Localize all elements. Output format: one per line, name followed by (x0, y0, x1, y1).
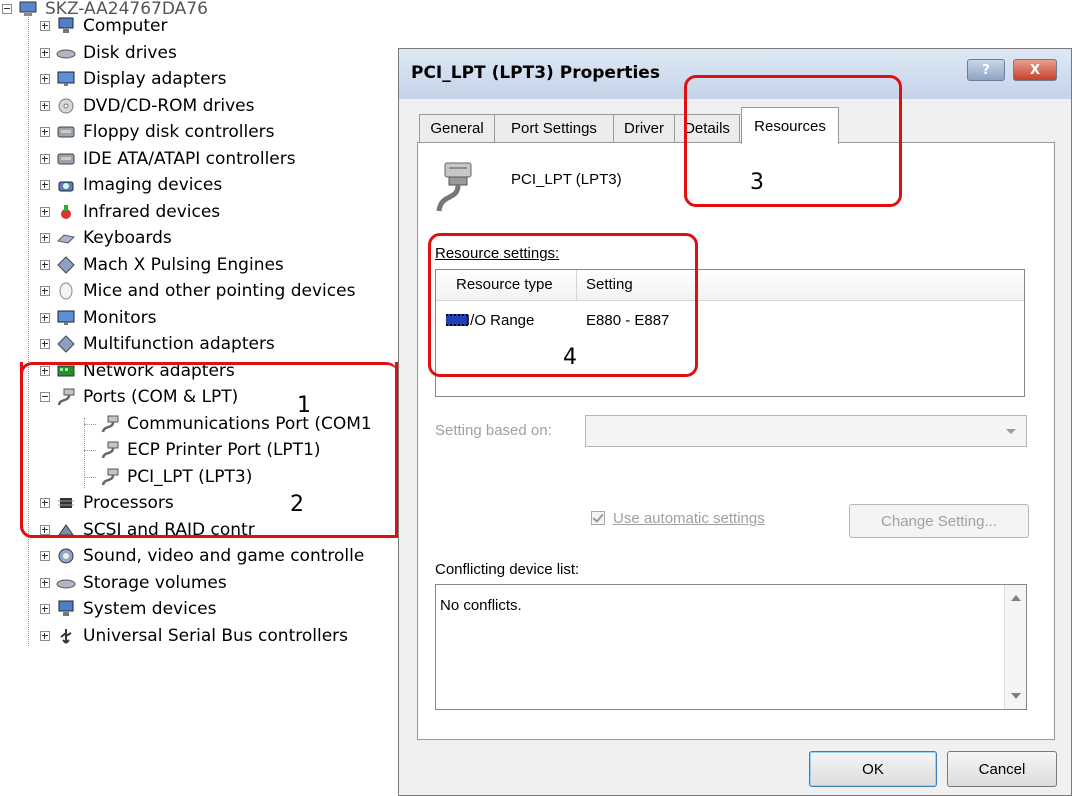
keyboard-icon (56, 229, 76, 247)
tree-item-label: Imaging devices (83, 175, 223, 195)
annotation-box-ports-bottom (20, 362, 398, 538)
scroll-down-icon[interactable] (1011, 693, 1021, 699)
setting-based-on-label: Setting based on: (435, 422, 552, 439)
tree-item-system-devices[interactable]: System devices (40, 596, 217, 622)
cancel-button[interactable]: Cancel (947, 751, 1057, 787)
expand-expander[interactable] (40, 551, 50, 561)
dvd-icon (56, 97, 76, 115)
computer-icon (56, 17, 76, 35)
expand-expander[interactable] (40, 74, 50, 84)
help-button[interactable]: ? (967, 59, 1005, 81)
tab-port-settings[interactable]: Port Settings (494, 114, 614, 142)
tree-item-sound-video-and-game-controlle[interactable]: Sound, video and game controlle (40, 543, 364, 569)
ok-button[interactable]: OK (809, 751, 937, 787)
tree-item-floppy-disk-controllers[interactable]: Floppy disk controllers (40, 119, 275, 145)
use-automatic-checkbox[interactable] (591, 511, 605, 525)
tree-item-label: Monitors (83, 307, 157, 328)
controller-icon (56, 150, 76, 168)
mouse-icon (56, 282, 76, 300)
tree-item-label: Multifunction adapters (83, 334, 275, 354)
tab-general[interactable]: General (419, 114, 495, 142)
tree-item-label: Infrared devices (83, 201, 221, 222)
chevron-down-icon (1006, 429, 1016, 434)
annotation-number-3: 3 (750, 170, 764, 195)
disk-drive-icon (56, 44, 76, 62)
tree-connector (28, 14, 29, 646)
tree-item-label: Display adapters (83, 69, 227, 89)
conflict-list[interactable]: No conflicts. (435, 584, 1027, 710)
tree-item-keyboards[interactable]: Keyboards (40, 225, 172, 251)
tree-item-label: DVD/CD-ROM drives (83, 95, 255, 116)
annotation-number-4: 4 (563, 345, 577, 370)
monitor-icon (56, 309, 76, 327)
port-cable-icon (433, 157, 481, 215)
expand-expander[interactable] (40, 206, 50, 217)
expand-expander[interactable] (40, 339, 50, 349)
tree-item-label: Sound, video and game controlle (83, 546, 365, 566)
tree-item-display-adapters[interactable]: Display adapters (40, 66, 226, 92)
tree-item-mice-and-other-pointing-devices[interactable]: Mice and other pointing devices (40, 278, 355, 304)
expand-expander[interactable] (40, 153, 50, 164)
tree-item-multifunction-adapters[interactable]: Multifunction adapters (40, 331, 275, 357)
tree-item-ide-ata-atapi-controllers[interactable]: IDE ATA/ATAPI controllers (40, 146, 296, 172)
diamond-icon (56, 255, 76, 274)
tree-item-mach-x-pulsing-engines[interactable]: Mach X Pulsing Engines (40, 252, 284, 278)
speaker-icon (56, 547, 76, 565)
tab-driver[interactable]: Driver (613, 114, 675, 142)
tree-item-infrared-devices[interactable]: Infrared devices (40, 199, 220, 225)
tree-item-imaging-devices[interactable]: Imaging devices (40, 172, 222, 198)
use-automatic-label: Use automatic settings (613, 510, 765, 527)
tree-item-label: Computer (83, 16, 168, 36)
expand-expander[interactable] (40, 286, 50, 296)
computer-icon (56, 600, 76, 618)
expand-expander[interactable] (40, 47, 50, 58)
tree-item-label: Keyboards (83, 228, 172, 248)
tree-item-disk-drives[interactable]: Disk drives (40, 40, 177, 66)
expand-expander[interactable] (40, 312, 50, 323)
tree-item-label: Disk drives (83, 42, 177, 63)
dialog-title: PCI_LPT (LPT3) Properties (411, 63, 660, 83)
tree-item-monitors[interactable]: Monitors (40, 305, 156, 331)
tree-item-label: IDE ATA/ATAPI controllers (83, 148, 296, 169)
annotation-number-2: 2 (290, 492, 304, 517)
usb-icon (56, 627, 76, 645)
tab-resources[interactable]: Resources (741, 107, 839, 144)
controller-icon (56, 123, 76, 141)
close-button[interactable]: X (1013, 59, 1057, 81)
tree-item-storage-volumes[interactable]: Storage volumes (40, 570, 227, 596)
diamond-icon (56, 335, 76, 353)
expand-expander[interactable] (40, 259, 50, 270)
tree-item-label: Storage volumes (83, 572, 227, 593)
annotation-number-1: 1 (297, 393, 311, 418)
expand-expander[interactable] (40, 180, 50, 190)
collapse-expander[interactable] (2, 4, 12, 14)
tree-item-label: Floppy disk controllers (83, 122, 275, 142)
setting-based-on-combo[interactable] (585, 415, 1027, 447)
expand-expander[interactable] (40, 630, 50, 641)
tree-item-label: System devices (83, 599, 217, 619)
conflicts-text: No conflicts. (440, 597, 522, 614)
expand-expander[interactable] (40, 233, 50, 243)
tree-item-label: Universal Serial Bus controllers (83, 625, 349, 646)
tree-item-computer[interactable]: Computer (40, 13, 168, 39)
tree-item-label: Mice and other pointing devices (83, 281, 356, 301)
monitor-icon (56, 70, 76, 88)
expand-expander[interactable] (40, 604, 50, 614)
scrollbar[interactable] (1004, 585, 1026, 709)
disk-drive-icon (56, 574, 76, 592)
camera-icon (56, 176, 76, 194)
tree-item-universal-serial-bus-controllers[interactable]: Universal Serial Bus controllers (40, 623, 348, 649)
expand-expander[interactable] (40, 577, 50, 588)
tree-item-label: Mach X Pulsing Engines (83, 254, 284, 275)
scroll-up-icon[interactable] (1011, 595, 1021, 601)
conflicting-label: Conflicting device list: (435, 561, 580, 578)
expand-expander[interactable] (40, 100, 50, 111)
tree-item-dvd-cd-rom-drives[interactable]: DVD/CD-ROM drives (40, 93, 254, 119)
infrared-icon (56, 203, 76, 221)
device-name: PCI_LPT (LPT3) (511, 171, 622, 188)
expand-expander[interactable] (40, 21, 50, 31)
expand-expander[interactable] (40, 127, 50, 137)
change-setting-button[interactable]: Change Setting... (849, 504, 1029, 538)
